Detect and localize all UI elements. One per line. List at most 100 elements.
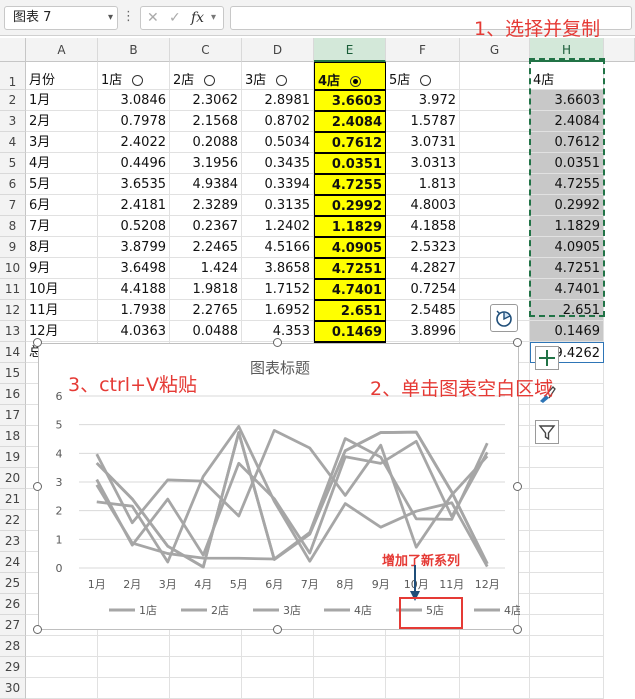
column-header-f[interactable]: F bbox=[386, 38, 460, 62]
cell-empty[interactable] bbox=[460, 153, 530, 174]
month-label-cell[interactable]: 3月 bbox=[26, 132, 98, 153]
row-header-3[interactable]: 3 bbox=[0, 111, 26, 132]
cell-empty[interactable] bbox=[386, 636, 460, 657]
column-header-e[interactable]: E bbox=[314, 38, 386, 62]
value-cell[interactable]: 0.7978 bbox=[98, 111, 170, 132]
store-radio-button[interactable] bbox=[132, 75, 144, 86]
cell-empty[interactable] bbox=[314, 657, 386, 678]
month-label-cell[interactable]: 5月 bbox=[26, 174, 98, 195]
cell-empty[interactable] bbox=[386, 657, 460, 678]
value-cell[interactable]: 0.8702 bbox=[242, 111, 314, 132]
value-cell[interactable]: 0.1469 bbox=[314, 321, 386, 342]
cell-empty[interactable] bbox=[530, 531, 604, 552]
value-cell[interactable]: 3.0846 bbox=[98, 90, 170, 111]
header-cell-c[interactable]: 2店 bbox=[170, 62, 242, 90]
cell-empty[interactable] bbox=[314, 678, 386, 699]
value-cell[interactable]: 2.1568 bbox=[170, 111, 242, 132]
cell-empty[interactable] bbox=[170, 636, 242, 657]
value-cell[interactable]: 0.3435 bbox=[242, 153, 314, 174]
row-header-4[interactable]: 4 bbox=[0, 132, 26, 153]
value-cell[interactable]: 2.4022 bbox=[98, 132, 170, 153]
row-header-14[interactable]: 14 bbox=[0, 342, 26, 363]
store-radio-button[interactable] bbox=[276, 75, 288, 86]
cell-empty[interactable] bbox=[530, 678, 604, 699]
cell-empty[interactable] bbox=[242, 657, 314, 678]
value-cell[interactable]: 2.5323 bbox=[386, 237, 460, 258]
value-cell[interactable]: 2.3062 bbox=[170, 90, 242, 111]
value-cell[interactable]: 1.1829 bbox=[314, 216, 386, 237]
row-header-12[interactable]: 12 bbox=[0, 300, 26, 321]
value-cell[interactable]: 0.2367 bbox=[170, 216, 242, 237]
value-cell[interactable]: 1.7938 bbox=[98, 300, 170, 321]
month-label-cell[interactable]: 6月 bbox=[26, 195, 98, 216]
cell-empty[interactable] bbox=[460, 111, 530, 132]
month-label-cell[interactable]: 10月 bbox=[26, 279, 98, 300]
value-cell[interactable]: 3.1956 bbox=[170, 153, 242, 174]
cell-empty[interactable] bbox=[460, 195, 530, 216]
cell-empty[interactable] bbox=[26, 657, 98, 678]
resize-handle[interactable] bbox=[273, 625, 282, 634]
cell-empty[interactable] bbox=[460, 258, 530, 279]
value-cell[interactable]: 4.0363 bbox=[98, 321, 170, 342]
value-cell[interactable]: 0.3135 bbox=[242, 195, 314, 216]
cell-empty[interactable] bbox=[460, 678, 530, 699]
store-radio-button[interactable] bbox=[204, 75, 216, 86]
month-label-cell[interactable]: 1月 bbox=[26, 90, 98, 111]
row-header-7[interactable]: 7 bbox=[0, 195, 26, 216]
cell-empty[interactable] bbox=[460, 216, 530, 237]
column-header-c[interactable]: C bbox=[170, 38, 242, 62]
header-cell-f[interactable]: 5店 bbox=[386, 62, 460, 90]
chart-elements-button[interactable] bbox=[535, 346, 559, 370]
row-header-17[interactable]: 17 bbox=[0, 405, 26, 426]
value-cell[interactable]: 0.5208 bbox=[98, 216, 170, 237]
header-cell-b[interactable]: 1店 bbox=[98, 62, 170, 90]
cell-empty[interactable] bbox=[460, 174, 530, 195]
store-radio-button[interactable] bbox=[350, 76, 362, 87]
month-label-cell[interactable]: 2月 bbox=[26, 111, 98, 132]
month-label-cell[interactable]: 8月 bbox=[26, 237, 98, 258]
row-header-16[interactable]: 16 bbox=[0, 384, 26, 405]
row-header-10[interactable]: 10 bbox=[0, 258, 26, 279]
row-header-19[interactable]: 19 bbox=[0, 447, 26, 468]
value-cell[interactable]: 1.2402 bbox=[242, 216, 314, 237]
row-header-25[interactable]: 25 bbox=[0, 573, 26, 594]
value-cell[interactable]: 2.2465 bbox=[170, 237, 242, 258]
cell-empty[interactable] bbox=[460, 636, 530, 657]
cell-empty[interactable] bbox=[242, 678, 314, 699]
insert-function-icon[interactable]: fx bbox=[191, 7, 204, 29]
select-all-corner[interactable] bbox=[0, 38, 26, 62]
cell-empty[interactable] bbox=[530, 489, 604, 510]
chart-filters-button[interactable] bbox=[535, 420, 559, 444]
row-header-13[interactable]: 13 bbox=[0, 321, 26, 342]
cell-empty[interactable] bbox=[460, 657, 530, 678]
row-header-2[interactable]: 2 bbox=[0, 90, 26, 111]
cell-empty[interactable] bbox=[386, 678, 460, 699]
value-cell[interactable]: 4.5166 bbox=[242, 237, 314, 258]
resize-handle[interactable] bbox=[513, 625, 522, 634]
cell-empty[interactable] bbox=[26, 678, 98, 699]
enter-icon[interactable]: ✓ bbox=[169, 7, 181, 29]
series-line-6[interactable] bbox=[95, 430, 489, 569]
cell-empty[interactable] bbox=[530, 447, 604, 468]
chevron-down-icon[interactable]: ▾ bbox=[211, 7, 216, 29]
value-cell[interactable]: 3.8799 bbox=[98, 237, 170, 258]
legend-label[interactable]: 4店 bbox=[354, 603, 372, 617]
cell-empty[interactable] bbox=[530, 573, 604, 594]
resize-handle[interactable] bbox=[33, 338, 42, 347]
row-header-29[interactable]: 29 bbox=[0, 657, 26, 678]
legend-label[interactable]: 3店 bbox=[283, 603, 301, 617]
value-cell[interactable]: 0.2992 bbox=[314, 195, 386, 216]
value-cell[interactable]: 1.424 bbox=[170, 258, 242, 279]
month-label-cell[interactable]: 7月 bbox=[26, 216, 98, 237]
quick-analysis-icon[interactable] bbox=[490, 304, 518, 332]
value-cell[interactable]: 2.3289 bbox=[170, 195, 242, 216]
header-cell-e[interactable]: 4店 bbox=[314, 62, 386, 90]
cell-empty[interactable] bbox=[98, 636, 170, 657]
value-cell[interactable]: 4.4188 bbox=[98, 279, 170, 300]
cell-empty[interactable] bbox=[530, 636, 604, 657]
name-box[interactable]: 图表 7 ▾ bbox=[4, 6, 118, 30]
value-cell[interactable]: 3.6603 bbox=[314, 90, 386, 111]
chevron-down-icon[interactable]: ▾ bbox=[108, 7, 113, 29]
value-cell[interactable]: 2.2765 bbox=[170, 300, 242, 321]
month-label-cell[interactable]: 11月 bbox=[26, 300, 98, 321]
